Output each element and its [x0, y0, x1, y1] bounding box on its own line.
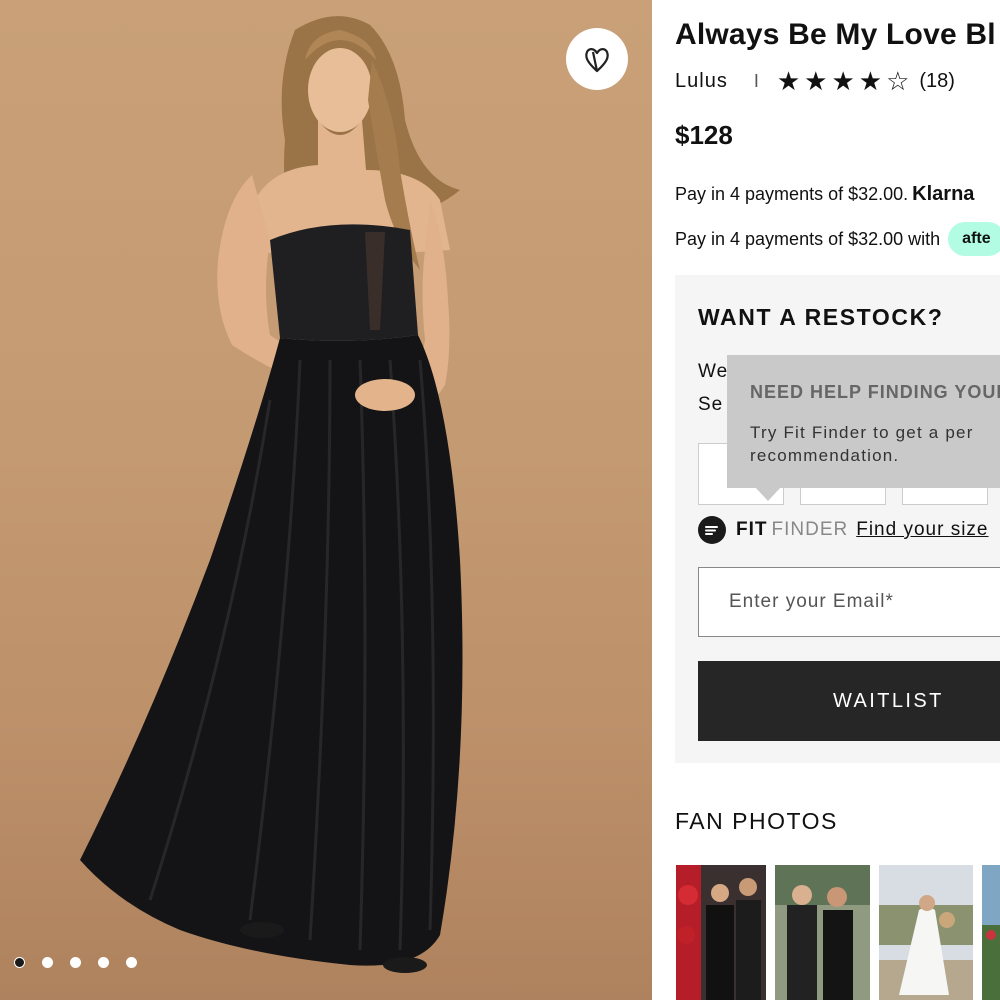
- afterpay-badge[interactable]: afte: [948, 222, 1000, 256]
- gallery-dot-4[interactable]: [98, 957, 109, 968]
- fit-finder-tooltip: NEED HELP FINDING YOUR Try Fit Finder to…: [727, 355, 1000, 501]
- klarna-payment-info: Pay in 4 payments of $32.00. Klarna: [675, 183, 974, 206]
- tooltip-text: Try Fit Finder to get a per recommendati…: [750, 421, 974, 467]
- star-full-icon: ★: [831, 66, 855, 96]
- gallery-dot-5[interactable]: [126, 957, 137, 968]
- afterpay-payment-info: Pay in 4 payments of $32.00 with afte: [675, 222, 1000, 256]
- favorite-button[interactable]: [566, 28, 628, 90]
- restock-text-line: Se: [698, 394, 724, 415]
- separator: I: [753, 70, 759, 91]
- fan-photo-thumbnail[interactable]: [676, 865, 766, 1000]
- tooltip-title: NEED HELP FINDING YOUR: [750, 382, 1000, 402]
- afterpay-text: Pay in 4 payments of $32.00 with: [675, 228, 941, 249]
- gallery-dot-1[interactable]: [14, 957, 25, 968]
- product-info-panel: Always Be My Love Bl Lulus I ★ ★ ★ ★ ☆ (…: [652, 0, 1000, 1000]
- brand-rating-row: Lulus I ★ ★ ★ ★ ☆ (18): [675, 68, 955, 94]
- fan-photo-thumbnail[interactable]: [775, 865, 870, 1000]
- brand-link[interactable]: Lulus: [675, 70, 728, 93]
- product-price: $128: [675, 120, 733, 150]
- heart-icon: [585, 48, 609, 73]
- gallery-pagination: [14, 957, 137, 968]
- restock-panel: WANT A RESTOCK? We Se FIT FINDER Find yo…: [675, 275, 1000, 763]
- product-title: Always Be My Love Bl: [675, 18, 996, 51]
- klarna-logo[interactable]: Klarna: [912, 183, 974, 205]
- fan-photos-title: FAN PHOTOS: [675, 808, 838, 834]
- review-count[interactable]: (18): [919, 70, 955, 93]
- fit-finder-logo-fit: FIT: [736, 519, 768, 540]
- product-image-gallery[interactable]: [0, 0, 652, 1000]
- star-empty-icon: ☆: [886, 66, 910, 96]
- fit-finder-logo-finder: FINDER: [771, 519, 849, 540]
- product-photo: [80, 16, 463, 973]
- tooltip-line: recommendation.: [750, 446, 900, 465]
- gallery-dot-2[interactable]: [42, 957, 53, 968]
- star-full-icon: ★: [804, 66, 828, 96]
- fan-photo-thumbnail[interactable]: [982, 865, 1000, 1000]
- restock-text-line: We: [698, 361, 729, 382]
- gallery-dot-3[interactable]: [70, 957, 81, 968]
- tooltip-line: Try Fit Finder to get a per: [750, 423, 974, 442]
- star-full-icon: ★: [776, 66, 801, 96]
- waitlist-button[interactable]: WAITLIST: [698, 661, 1000, 741]
- restock-description: We Se: [698, 355, 728, 421]
- fit-finder-icon: [698, 516, 726, 544]
- find-your-size-link[interactable]: Find your size: [856, 519, 988, 541]
- fan-photo-thumbnail[interactable]: [879, 865, 973, 1000]
- restock-title: WANT A RESTOCK?: [698, 304, 944, 330]
- fit-finder-row: FIT FINDER Find your size: [698, 516, 989, 544]
- klarna-text: Pay in 4 payments of $32.00.: [675, 184, 909, 204]
- star-full-icon: ★: [858, 66, 883, 96]
- star-rating[interactable]: ★ ★ ★ ★ ☆: [777, 68, 910, 94]
- email-input[interactable]: [698, 567, 1000, 637]
